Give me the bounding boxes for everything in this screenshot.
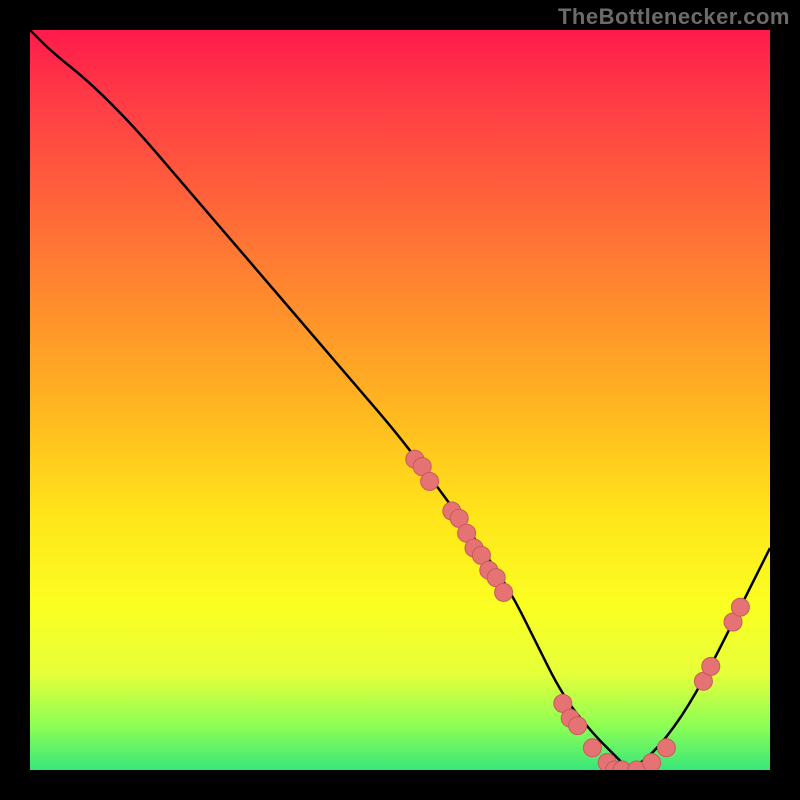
data-point [495,583,513,601]
bottleneck-curve [30,30,770,766]
data-point [702,657,720,675]
chart-frame: TheBottlenecker.com [0,0,800,800]
data-point [583,739,601,757]
data-point [643,754,661,770]
watermark-text: TheBottlenecker.com [558,4,790,30]
data-point [731,598,749,616]
scatter-dots [406,450,750,770]
data-point [569,717,587,735]
chart-overlay [30,30,770,770]
data-point [657,739,675,757]
data-point [421,472,439,490]
